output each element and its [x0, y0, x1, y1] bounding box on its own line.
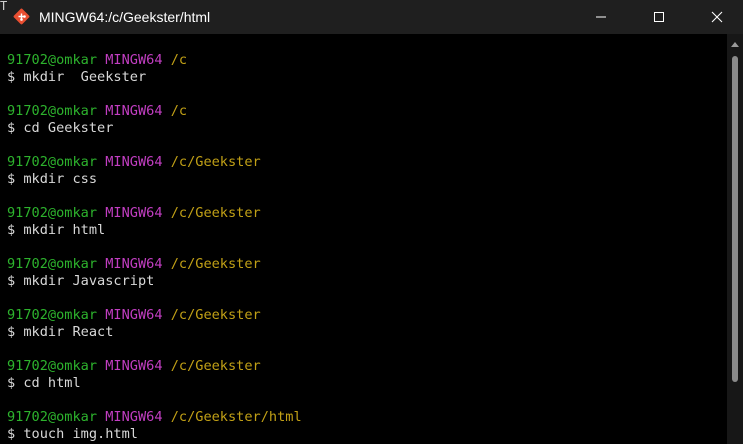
prompt-user: 91702@omkar	[7, 52, 98, 68]
prompt-separator	[163, 154, 171, 170]
prompt-separator	[97, 52, 105, 68]
prompt-user: 91702@omkar	[7, 205, 98, 221]
prompt-separator	[163, 256, 171, 272]
prompt-separator	[97, 358, 105, 374]
command-line: $ mkdir Geekster	[7, 69, 147, 85]
prompt-separator	[163, 307, 171, 323]
prompt-user: 91702@omkar	[7, 358, 98, 374]
vertical-scrollbar[interactable]	[727, 34, 743, 444]
prompt-path: /c/Geekster	[170, 205, 261, 221]
prompt-user: 91702@omkar	[7, 103, 98, 119]
prompt-path: /c/Geekster	[170, 154, 261, 170]
blank-line	[7, 86, 302, 103]
terminal-lines: 91702@omkar MINGW64 /c $ mkdir Geekster 91…	[7, 52, 302, 444]
prompt-system: MINGW64	[105, 52, 163, 68]
prompt-separator	[163, 52, 171, 68]
command-line: $ mkdir html	[7, 222, 106, 238]
prompt-path: /c	[170, 103, 188, 119]
command-line: $ mkdir React	[7, 324, 114, 340]
minimize-button[interactable]	[578, 0, 624, 34]
git-bash-window: MINGW64:/c/Geekster/html T a S l 91702@o…	[0, 0, 743, 444]
maximize-button[interactable]	[636, 0, 682, 34]
prompt-system: MINGW64	[105, 154, 163, 170]
blank-line	[7, 137, 302, 154]
close-button[interactable]	[694, 0, 740, 34]
prompt-line: 91702@omkar MINGW64 /c/Geekster	[7, 154, 302, 171]
prompt-line: 91702@omkar MINGW64 /c/Geekster	[7, 358, 302, 375]
prompt-path: /c/Geekster	[170, 256, 261, 272]
prompt-separator	[97, 103, 105, 119]
prompt-line: 91702@omkar MINGW64 /c/Geekster	[7, 205, 302, 222]
blank-line	[7, 392, 302, 409]
close-icon	[711, 11, 723, 23]
prompt-line: 91702@omkar MINGW64 /c/Geekster	[7, 307, 302, 324]
prompt-separator	[97, 409, 105, 425]
prompt-user: 91702@omkar	[7, 256, 98, 272]
prompt-line: 91702@omkar MINGW64 /c/Geekster	[7, 256, 302, 273]
prompt-system: MINGW64	[105, 256, 163, 272]
scroll-up-arrow-icon[interactable]	[731, 42, 739, 47]
prompt-path: /c/Geekster/html	[170, 409, 302, 425]
blank-line	[7, 341, 302, 358]
prompt-system: MINGW64	[105, 307, 163, 323]
prompt-user: 91702@omkar	[7, 154, 98, 170]
window-title: MINGW64:/c/Geekster/html	[39, 9, 211, 25]
blank-line	[7, 290, 302, 307]
prompt-separator	[97, 256, 105, 272]
prompt-user: 91702@omkar	[7, 409, 98, 425]
prompt-separator	[163, 205, 171, 221]
command-line: $ cd html	[7, 375, 81, 391]
terminal-output[interactable]: 91702@omkar MINGW64 /c $ mkdir Geekster 91…	[0, 34, 727, 444]
prompt-system: MINGW64	[105, 205, 163, 221]
command-line: $ mkdir Javascript	[7, 273, 155, 289]
blank-line	[7, 239, 302, 256]
prompt-separator	[163, 409, 171, 425]
title-bar[interactable]: MINGW64:/c/Geekster/html	[0, 0, 743, 34]
scrollbar-thumb[interactable]	[732, 56, 738, 382]
prompt-separator	[97, 205, 105, 221]
prompt-system: MINGW64	[105, 103, 163, 119]
prompt-user: 91702@omkar	[7, 307, 98, 323]
prompt-separator	[97, 307, 105, 323]
command-line: $ touch img.html	[7, 426, 138, 442]
edge-glyph: T	[0, 0, 8, 13]
prompt-system: MINGW64	[105, 409, 163, 425]
prompt-path: /c/Geekster	[170, 358, 261, 374]
prompt-path: /c/Geekster	[170, 307, 261, 323]
minimize-icon	[596, 16, 606, 18]
prompt-line: 91702@omkar MINGW64 /c	[7, 103, 302, 120]
prompt-separator	[163, 358, 171, 374]
blank-line	[7, 188, 302, 205]
git-bash-icon	[13, 8, 30, 25]
prompt-system: MINGW64	[105, 358, 163, 374]
prompt-line: 91702@omkar MINGW64 /c	[7, 52, 302, 69]
maximize-icon	[654, 12, 664, 22]
prompt-line: 91702@omkar MINGW64 /c/Geekster/html	[7, 409, 302, 426]
prompt-separator	[163, 103, 171, 119]
command-line: $ mkdir css	[7, 171, 98, 187]
prompt-path: /c	[170, 52, 188, 68]
prompt-separator	[97, 154, 105, 170]
command-line: $ cd Geekster	[7, 120, 114, 136]
